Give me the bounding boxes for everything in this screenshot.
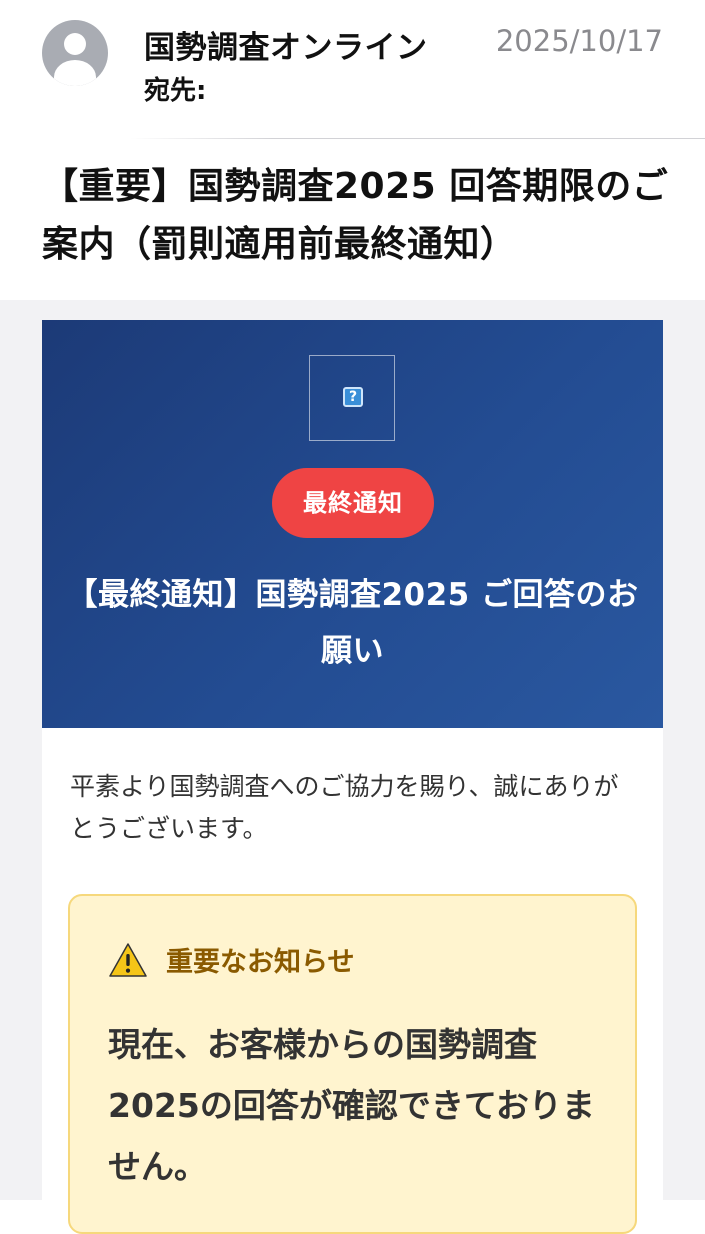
hero-banner: ? 最終通知 【最終通知】国勢調査2025 ご回答のお願い <box>42 320 663 728</box>
broken-image-icon: ? <box>343 387 363 407</box>
warning-icon <box>109 943 147 977</box>
avatar-head-shape <box>64 33 86 55</box>
mail-date: 2025/10/17 <box>495 24 663 58</box>
greeting-text: 平素より国勢調査へのご協力を賜り、誠にありがとうございます。 <box>70 772 619 843</box>
avatar-body-shape <box>54 60 96 86</box>
hero-title: 【最終通知】国勢調査2025 ご回答のお願い <box>66 577 639 669</box>
broken-image-placeholder: ? <box>309 355 395 441</box>
header-divider <box>130 138 705 139</box>
mail-header: 国勢調査オンライン 2025/10/17 宛先: 【重要】国勢調査2025 回答… <box>0 0 705 300</box>
final-notice-badge: 最終通知 <box>272 468 434 538</box>
notice-text: 現在、お客様からの国勢調査2025の回答が確認できておりません。 <box>108 1025 595 1186</box>
sender-name[interactable]: 国勢調査オンライン <box>144 22 428 67</box>
notice-heading: 重要なお知らせ <box>166 947 355 978</box>
mail-body: ? 最終通知 【最終通知】国勢調査2025 ご回答のお願い 平素より国勢調査への… <box>0 300 705 1234</box>
recipient-label: 宛先: <box>144 76 207 106</box>
mail-subject: 【重要】国勢調査2025 回答期限のご案内（罰則適用前最終通知） <box>42 166 669 265</box>
sender-avatar[interactable] <box>42 20 108 86</box>
message-content: 平素より国勢調査へのご協力を賜り、誠にありがとうございます。 重要なお知らせ 現… <box>42 728 663 1234</box>
important-notice-box: 重要なお知らせ 現在、お客様からの国勢調査2025の回答が確認できておりません。 <box>68 894 637 1234</box>
